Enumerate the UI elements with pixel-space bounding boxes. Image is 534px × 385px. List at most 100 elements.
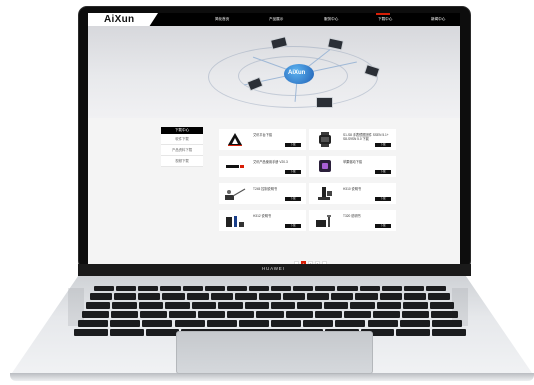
laptop-brand: HUAWEI — [262, 266, 285, 271]
sidebar-item-videos[interactable]: 视频下载 — [161, 156, 203, 167]
download-card: 艾讯产品使用手册 V20.3 下载 — [219, 156, 306, 177]
keyboard-key — [401, 311, 429, 318]
keyboard-key — [234, 293, 257, 300]
aixun-logo-icon — [228, 133, 242, 146]
cloud-label: AiXun — [288, 70, 306, 76]
keyboard-key — [145, 329, 180, 336]
keyboard-key — [315, 286, 336, 291]
keyboard-key — [271, 302, 296, 309]
keyboard-key — [425, 286, 446, 291]
watch-icon — [319, 132, 331, 147]
keyboard-key — [323, 302, 349, 309]
download-button[interactable]: 下载 — [375, 170, 391, 174]
keyboard-key — [335, 320, 366, 327]
keyboard-key — [256, 311, 284, 318]
keyboard-key — [343, 311, 371, 318]
download-button[interactable]: 下载 — [375, 224, 391, 228]
laptop-mockup: AiXun 简化首页 产品展示 服务中心 下载中心 新闻中心 AiXun 下载中… — [0, 0, 534, 385]
keyboard-key — [86, 302, 111, 309]
keyboard-key — [160, 286, 181, 291]
card-title: 艾讯平台下载 — [253, 133, 273, 137]
site-nav: AiXun 简化首页 产品展示 服务中心 下载中心 新闻中心 — [88, 13, 460, 26]
keyboard-key — [350, 302, 375, 309]
keyboard-key — [174, 320, 205, 327]
keyboard-key — [226, 286, 247, 291]
card-title: 苹果驱动下载 — [343, 160, 363, 164]
keyboard-key — [142, 320, 173, 327]
keyboard-key — [367, 320, 398, 327]
hot-air-station-icon — [318, 187, 332, 200]
download-button[interactable]: 下载 — [285, 197, 301, 201]
keyboard-key — [431, 320, 462, 327]
download-card: S1-S8 手表镜框固件 SSEN 5.1+ S8-S9SN 5.0 下载 下载 — [309, 129, 396, 150]
keyboard-key — [169, 311, 197, 318]
keyboard-key — [244, 302, 269, 309]
download-card: T320 说明书 下载 — [309, 210, 396, 231]
keyboard-key — [258, 293, 282, 300]
keyboard-key — [271, 320, 302, 327]
sidebar-item-software[interactable]: 软件下载 — [161, 134, 203, 145]
keyboard-key — [210, 293, 233, 300]
soldering-station-icon — [225, 188, 246, 200]
download-button[interactable]: 下载 — [285, 224, 301, 228]
soldering-station-icon — [226, 216, 244, 227]
keyboard-key — [74, 329, 108, 336]
keyboard-key — [430, 311, 458, 318]
download-button[interactable]: 下载 — [375, 143, 391, 147]
keyboard-key — [432, 329, 466, 336]
keyboard-key — [90, 293, 113, 300]
keyboard-key — [285, 311, 313, 318]
keyboard-key — [78, 320, 109, 327]
keyboard-key — [162, 293, 185, 300]
download-button[interactable]: 下载 — [285, 143, 301, 147]
keyboard-key — [138, 302, 164, 309]
keyboard-key — [114, 293, 137, 300]
download-button[interactable]: 下载 — [375, 197, 391, 201]
download-center: 下载中心 软件下载 产品资料下载 视频下载 艾讯平台下载 下载 S1-S8 手表… — [88, 118, 460, 264]
keyboard-key — [116, 286, 137, 291]
keyboard-key — [111, 311, 139, 318]
nav-item-service[interactable]: 服务中心 — [324, 13, 338, 26]
download-card: 艾讯平台下载 下载 — [219, 129, 306, 150]
keyboard-key — [403, 286, 424, 291]
sidebar-item-product-docs[interactable]: 产品资料下载 — [161, 145, 203, 156]
card-title: T320 说明书 — [343, 214, 361, 218]
sidebar-title: 下载中心 — [161, 127, 203, 134]
keyboard-key — [248, 286, 269, 291]
hero-banner: AiXun — [88, 26, 460, 118]
keyboard-key — [381, 286, 402, 291]
laptop-screen: AiXun 简化首页 产品展示 服务中心 下载中心 新闻中心 AiXun 下载中… — [88, 13, 460, 264]
keyboard-key — [140, 311, 168, 318]
keyboard-key — [337, 286, 358, 291]
keyboard-key — [283, 293, 306, 300]
keyboard-key — [238, 320, 269, 327]
card-title: 艾讯产品使用手册 V20.3 — [253, 160, 288, 164]
keyboard-key — [138, 286, 159, 291]
keyboard-key — [403, 302, 428, 309]
keyboard-key — [112, 302, 137, 309]
keyboard-key — [399, 320, 430, 327]
download-button[interactable]: 下载 — [285, 170, 301, 174]
card-title: H310 说明书 — [343, 187, 362, 191]
keyboard-key — [227, 311, 255, 318]
keyboard-key — [307, 293, 330, 300]
nav-item-downloads[interactable]: 下载中心 — [378, 13, 392, 26]
keyboard-key — [82, 311, 110, 318]
keyboard-key — [94, 286, 115, 291]
keyboard-key — [314, 311, 342, 318]
nav-item-news[interactable]: 新闻中心 — [431, 13, 445, 26]
download-card: 苹果驱动下载 下载 — [309, 156, 396, 177]
keyboard-key — [109, 329, 144, 336]
nav-item-home[interactable]: 简化首页 — [215, 13, 229, 26]
keyboard-key — [376, 302, 402, 309]
sidebar: 下载中心 软件下载 产品资料下载 视频下载 — [161, 127, 203, 167]
keyboard-key — [138, 293, 161, 300]
keyboard-key — [303, 320, 334, 327]
keyboard-key — [297, 302, 322, 309]
keyboard-key — [372, 311, 400, 318]
nav-item-products[interactable]: 产品展示 — [269, 13, 283, 26]
keyboard-key — [293, 286, 314, 291]
keyboard-key — [396, 329, 431, 336]
site-logo[interactable]: AiXun — [104, 13, 134, 26]
aixun-text-logo-icon — [226, 165, 244, 168]
